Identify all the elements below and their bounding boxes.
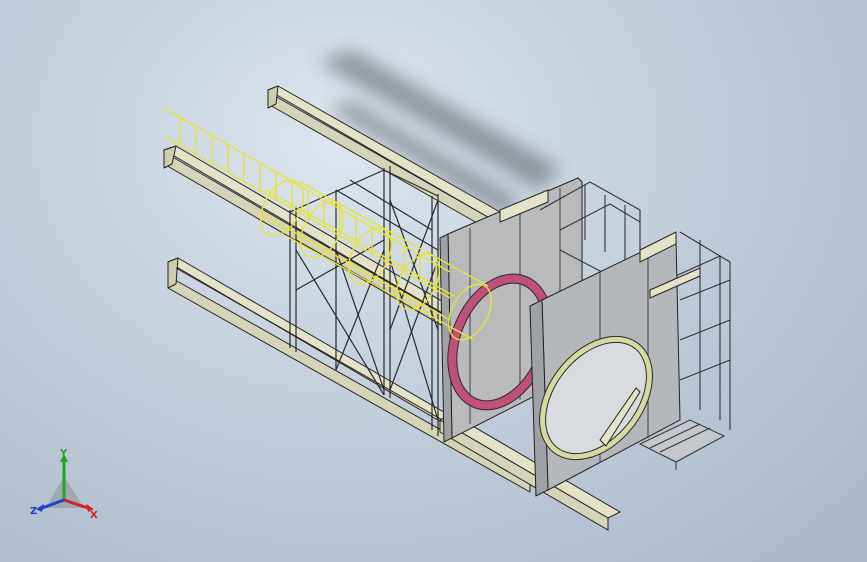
cad-model-view[interactable] — [0, 0, 867, 562]
x-axis-label: X — [90, 510, 98, 521]
axis-triad: Y X Z — [30, 448, 98, 521]
cad-graphics-viewport[interactable]: Y X Z — [0, 0, 867, 562]
y-axis-label: Y — [59, 448, 68, 459]
z-axis-label: Z — [30, 506, 37, 517]
